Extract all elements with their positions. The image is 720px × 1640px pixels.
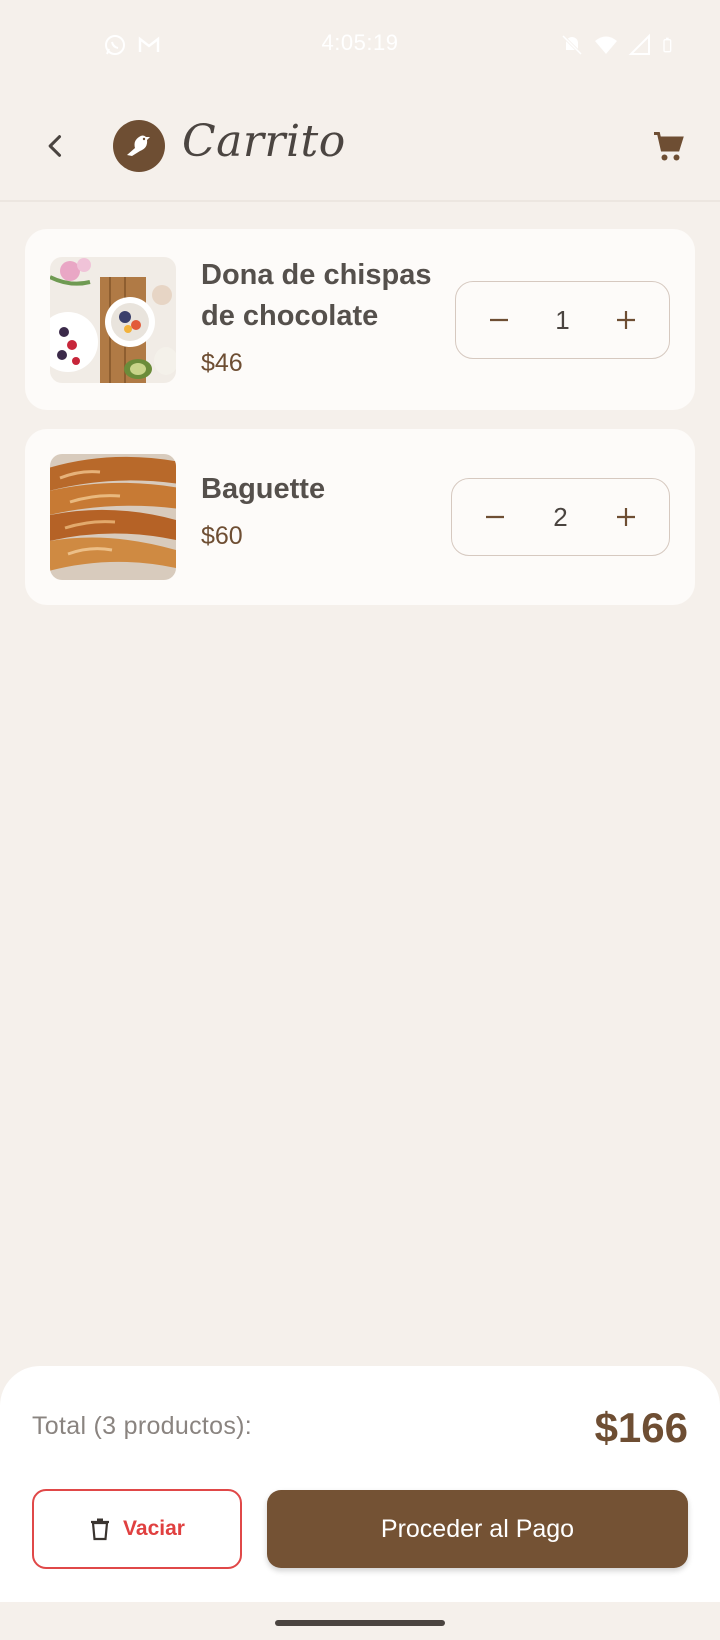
- back-arrow-icon: [48, 135, 62, 157]
- cart-button[interactable]: [648, 126, 690, 168]
- trash-icon: [91, 1518, 110, 1541]
- product-info: Dona de chispas de chocolate $46: [201, 255, 446, 378]
- checkout-label: Proceder al Pago: [380, 1514, 575, 1543]
- shopping-cart-icon: [654, 132, 684, 161]
- product-price: $46: [201, 349, 243, 377]
- signal-icon: [628, 33, 650, 55]
- product-name: Baguette: [201, 473, 326, 505]
- decrease-button[interactable]: [484, 305, 514, 335]
- mute-icon: [561, 34, 583, 56]
- quantity-value: 1: [555, 304, 570, 335]
- increase-button[interactable]: [611, 305, 641, 335]
- empty-cart-button[interactable]: Vaciar: [32, 1489, 242, 1569]
- quantity-stepper: 2: [451, 478, 670, 556]
- back-button[interactable]: [34, 124, 78, 168]
- page-title: Carrito: [182, 116, 346, 167]
- battery-icon: [663, 37, 672, 53]
- cart-list: Dona de chispas de chocolate $46 1 Bague…: [25, 229, 695, 624]
- empty-cart-label: Vaciar: [123, 1517, 185, 1540]
- total-value: $166: [594, 1404, 688, 1451]
- wifi-icon: [595, 36, 617, 54]
- minus-icon: [490, 318, 508, 322]
- cart-item: Dona de chispas de chocolate $46 1: [25, 229, 695, 410]
- checkout-button[interactable]: Proceder al Pago: [267, 1490, 688, 1568]
- bird-logo-icon: [127, 135, 150, 156]
- baguette-photo: [50, 454, 176, 580]
- product-info: Baguette $60: [201, 469, 446, 551]
- status-indicators: [560, 33, 678, 57]
- product-image: [50, 454, 176, 580]
- status-bar: 4:05:19: [0, 0, 720, 90]
- quantity-value: 2: [553, 501, 568, 532]
- checkout-panel: Total (3 productos): $166 Vaciar Procede…: [0, 1366, 720, 1602]
- brand-logo: [113, 120, 165, 172]
- cart-item: Baguette $60 2: [25, 429, 695, 605]
- product-name: Dona de chispas de chocolate: [201, 259, 432, 332]
- food-bowls-photo: [50, 257, 176, 383]
- system-nav-bar: [0, 1602, 720, 1640]
- plus-icon: [617, 311, 635, 329]
- plus-icon: [617, 508, 635, 526]
- quantity-stepper: 1: [455, 281, 670, 359]
- total-label: Total (3 productos):: [32, 1412, 252, 1440]
- decrease-button[interactable]: [480, 502, 510, 532]
- minus-icon: [486, 515, 504, 519]
- product-price: $60: [201, 522, 243, 550]
- app-bar: Carrito: [0, 90, 720, 202]
- increase-button[interactable]: [611, 502, 641, 532]
- product-image: [50, 257, 176, 383]
- home-indicator[interactable]: [275, 1620, 445, 1626]
